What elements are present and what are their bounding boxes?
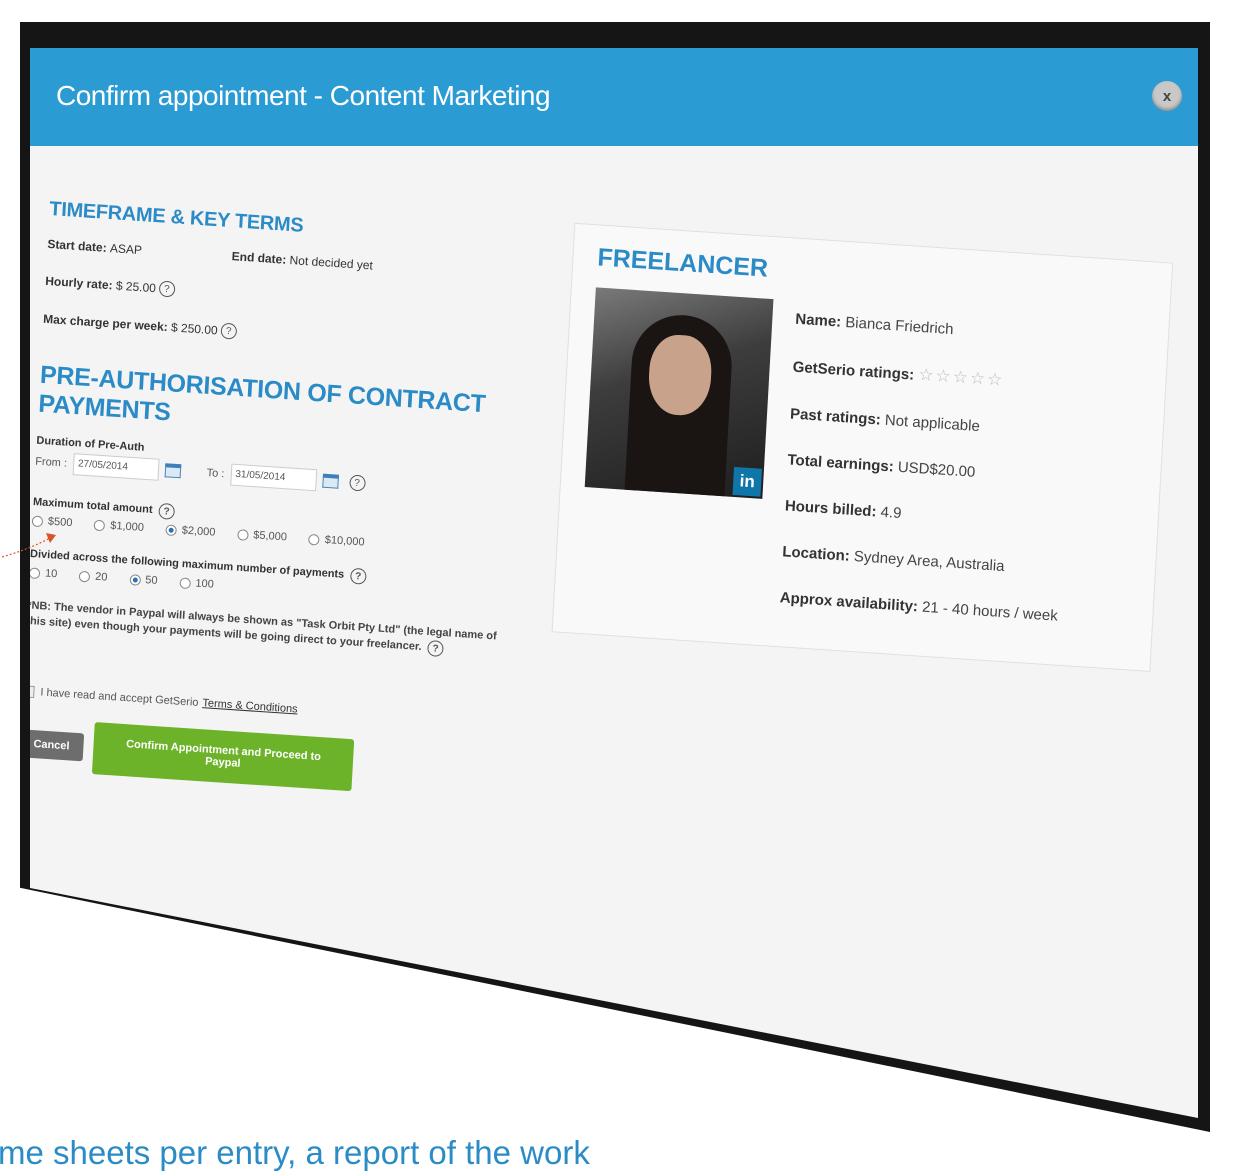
availability-label: Approx availability:: [779, 589, 919, 616]
radio-dot-icon: [165, 523, 178, 536]
close-button[interactable]: x: [1152, 81, 1182, 111]
payments-radio[interactable]: 20: [78, 570, 108, 584]
hourly-rate-row: Hourly rate: $ 25.00 ?: [45, 273, 515, 320]
radio-dot-icon: [94, 519, 106, 531]
freelancer-card: FREELANCER in Name: Bianca Friedrich Get…: [551, 222, 1174, 672]
location-row: Location: Sydney Area, Australia: [782, 543, 1061, 578]
help-icon[interactable]: ?: [158, 502, 175, 520]
radio-dot-icon: [179, 576, 191, 589]
ratings-label: GetSerio ratings:: [792, 358, 915, 384]
availability-value: 21 - 40 hours / week: [921, 598, 1059, 625]
radio-dot-icon: [237, 528, 249, 541]
amount-radio[interactable]: $5,000: [237, 528, 287, 543]
modal-content: TIMEFRAME & KEY TERMS Start date: ASAP E…: [30, 198, 1188, 1072]
payments-radio[interactable]: 100: [179, 576, 215, 591]
name-row: Name: Bianca Friedrich: [795, 311, 1074, 346]
calendar-icon[interactable]: [321, 473, 339, 489]
confirm-paypal-button[interactable]: Confirm Appointment and Proceed to Paypa…: [91, 722, 355, 792]
hours-label: Hours billed:: [784, 497, 877, 521]
max-week-row: Max charge per week: $ 250.00 ?: [43, 311, 513, 358]
amount-radio[interactable]: $1,000: [94, 519, 144, 534]
modal-title: Confirm appointment - Content Marketing: [56, 80, 551, 111]
amount-radio-label: $2,000: [181, 524, 216, 539]
payments-radio-label: 50: [144, 574, 158, 587]
radio-dot-icon: [308, 533, 321, 546]
freelancer-info: Name: Bianca Friedrich GetSerio ratings:…: [778, 311, 1074, 654]
max-week-value: $ 250.00: [170, 320, 219, 338]
terms-link[interactable]: Terms & Conditions: [202, 697, 298, 715]
accept-text: I have read and accept GetSerio: [40, 686, 199, 709]
help-icon[interactable]: ?: [158, 280, 176, 298]
ratings-row: GetSerio ratings: ☆☆☆☆☆: [792, 357, 1071, 395]
payments-radio-label: 20: [94, 570, 108, 584]
linkedin-icon[interactable]: in: [732, 466, 762, 497]
caption-text: me sheets per entry, a report of the wor…: [0, 1134, 590, 1171]
help-icon[interactable]: ?: [348, 474, 366, 492]
help-icon[interactable]: ?: [427, 640, 445, 658]
end-date-label: End date:: [231, 249, 287, 267]
start-date-label: Start date:: [47, 236, 108, 255]
cancel-button[interactable]: Cancel: [30, 729, 85, 762]
max-total-text: Maximum total amount: [32, 496, 153, 516]
calendar-icon[interactable]: [164, 463, 182, 479]
preauth-title: PRE-AUTHORISATION OF CONTRACT PAYMENTS: [37, 360, 487, 427]
accept-terms-checkbox[interactable]: [30, 685, 35, 699]
modal-header: Confirm appointment - Content Marketing …: [30, 48, 1198, 146]
freelancer-avatar: in: [584, 287, 774, 499]
payments-radio[interactable]: 50: [129, 573, 158, 587]
earnings-row: Total earnings: USD$20.00: [787, 451, 1066, 486]
radio-dot-icon: [30, 566, 41, 579]
payments-radio-label: 100: [195, 577, 215, 591]
payments-radio[interactable]: 10: [30, 566, 58, 580]
payments-radio-label: 10: [44, 567, 58, 581]
end-date-value: Not decided yet: [289, 253, 374, 273]
to-date-input[interactable]: 31/05/2014: [229, 463, 317, 492]
amount-radio-label: $5,000: [252, 529, 288, 544]
help-icon[interactable]: ?: [349, 567, 367, 585]
amount-radio-label: $1,000: [109, 519, 145, 534]
to-label: To :: [206, 466, 225, 481]
earnings-label: Total earnings:: [787, 451, 895, 476]
name-label: Name:: [794, 310, 842, 331]
location-label: Location:: [781, 543, 851, 565]
hourly-rate-value: $ 25.00: [115, 278, 157, 296]
hours-value: 4.9: [880, 503, 902, 523]
from-date-input[interactable]: 27/05/2014: [72, 453, 160, 481]
radio-dot-icon: [78, 570, 91, 582]
hours-row: Hours billed: 4.9: [784, 497, 1063, 532]
action-buttons: Cancel Confirm Appointment and Proceed t…: [30, 717, 490, 800]
paypal-note: *NB: The vendor in Paypal will always be…: [30, 598, 507, 661]
radio-dot-icon: [129, 573, 141, 586]
past-ratings-value: Not applicable: [884, 411, 981, 436]
past-ratings-label: Past ratings:: [789, 405, 882, 429]
amount-radio[interactable]: $2,000: [165, 523, 216, 539]
confirm-appointment-modal: Confirm appointment - Content Marketing …: [30, 48, 1198, 1118]
start-date-value: ASAP: [109, 241, 143, 258]
from-label: From :: [34, 455, 68, 470]
amount-radio-label: $10,000: [324, 533, 365, 549]
max-week-label: Max charge per week:: [42, 311, 169, 335]
earnings-value: USD$20.00: [897, 458, 976, 481]
name-value: Bianca Friedrich: [844, 313, 954, 339]
pointer-arrow-icon: [1, 533, 56, 558]
rating-stars-icon: ☆☆☆☆☆: [917, 364, 1005, 390]
availability-row: Approx availability: 21 - 40 hours / wee…: [779, 589, 1058, 624]
past-ratings-row: Past ratings: Not applicable: [790, 406, 1069, 441]
hourly-rate-label: Hourly rate:: [44, 273, 113, 293]
location-value: Sydney Area, Australia: [853, 548, 1005, 576]
terms-column: TIMEFRAME & KEY TERMS Start date: ASAP E…: [30, 198, 519, 800]
help-icon[interactable]: ?: [220, 322, 238, 340]
amount-radio[interactable]: $10,000: [308, 533, 365, 549]
